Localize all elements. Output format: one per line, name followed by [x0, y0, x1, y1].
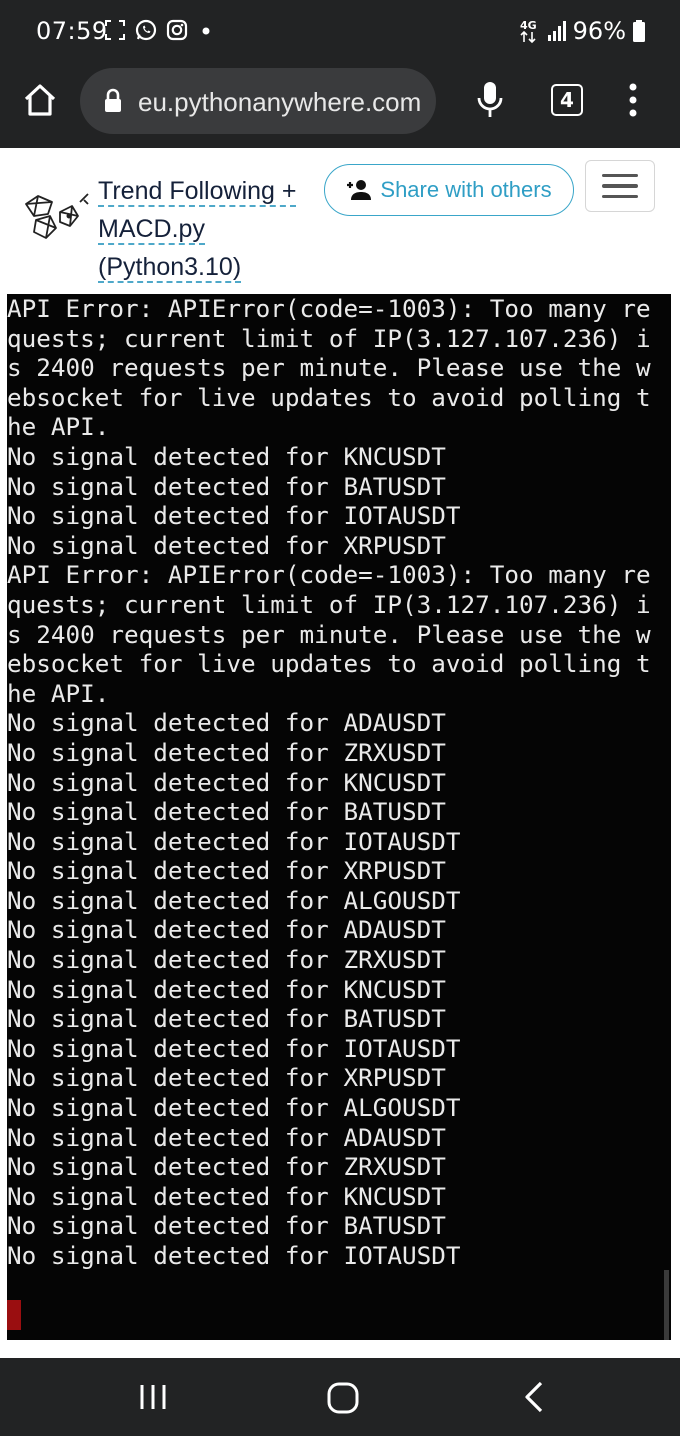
lock-icon — [105, 88, 121, 112]
instagram-icon — [166, 19, 188, 41]
more-vert-icon[interactable] — [624, 82, 642, 118]
title-line-3: (Python3.10) — [98, 253, 242, 283]
terminal-line: No signal detected for ALGOUSDT — [7, 885, 461, 915]
system-nav-bar — [0, 1358, 680, 1436]
terminal-line: API Error: APIError(code=-1003): Too man… — [7, 294, 651, 323]
terminal-line: No signal detected for ZRXUSDT — [7, 945, 446, 975]
status-notification-icons — [104, 18, 216, 42]
page-bottom-margin — [0, 1340, 680, 1360]
console-title-link[interactable]: Trend Following + MACD.py (Python3.10) — [98, 172, 318, 286]
status-time: 07:59 — [36, 17, 108, 45]
terminal-line: No signal detected for BATUSDT — [7, 1211, 446, 1241]
url-text: eu.pythonanywhere.com — [138, 87, 422, 117]
terminal-output: API Error: APIError(code=-1003): Too man… — [7, 294, 671, 1271]
page-header: Trend Following + MACD.py (Python3.10) S… — [0, 148, 680, 294]
terminal-line: No signal detected for BATUSDT — [7, 471, 446, 501]
menu-bar-1 — [602, 173, 638, 178]
browser-toolbar: eu.pythonanywhere.com 4 — [0, 60, 680, 148]
terminal-line: No signal detected for ADAUSDT — [7, 915, 446, 945]
terminal-line: No signal detected for KNCUSDT — [7, 441, 446, 471]
terminal-line: No signal detected for ADAUSDT — [7, 1122, 446, 1152]
share-button[interactable]: Share with others — [324, 164, 574, 216]
title-line-1: Trend Following + — [98, 177, 297, 207]
status-bar: 07:59 4G 96% — [0, 0, 680, 60]
terminal-line: No signal detected for XRPUSDT — [7, 856, 446, 886]
terminal-line: No signal detected for IOTAUSDT — [7, 501, 461, 531]
terminal-line: No signal detected for ADAUSDT — [7, 708, 446, 738]
terminal-line: No signal detected for ZRXUSDT — [7, 1152, 446, 1182]
menu-bar-2 — [602, 184, 638, 188]
terminal-line: s 2400 requests per minute. Please use t… — [7, 353, 651, 383]
screenshot-icon — [105, 20, 125, 40]
terminal-line: No signal detected for BATUSDT — [7, 1004, 446, 1034]
terminal-line: quests; current limit of IP(3.127.107.23… — [7, 323, 651, 353]
hamburger-menu-button[interactable] — [585, 160, 655, 212]
home-icon[interactable] — [22, 82, 58, 118]
terminal-line: API Error: APIError(code=-1003): Too man… — [7, 560, 651, 590]
address-bar[interactable]: eu.pythonanywhere.com — [80, 68, 436, 134]
battery-icon — [633, 20, 645, 42]
terminal-line: ebsocket for live updates to avoid polli… — [7, 382, 651, 412]
whatsapp-icon — [135, 19, 157, 41]
signal-icon — [547, 21, 566, 41]
terminal-line: No signal detected for ZRXUSDT — [7, 737, 446, 767]
pythonanywhere-logo-icon[interactable] — [20, 190, 94, 248]
terminal-line: No signal detected for KNCUSDT — [7, 974, 446, 1004]
terminal-line: ebsocket for live updates to avoid polli… — [7, 649, 651, 679]
notification-dot-icon — [202, 27, 210, 35]
terminal-line: No signal detected for ALGOUSDT — [7, 1093, 461, 1123]
terminal-line: No signal detected for XRPUSDT — [7, 1063, 446, 1093]
terminal-line: he API. — [7, 412, 110, 442]
title-line-2: MACD.py — [98, 215, 205, 245]
add-user-icon — [347, 180, 372, 200]
mic-icon[interactable] — [476, 80, 504, 120]
home-nav-icon[interactable] — [325, 1380, 361, 1416]
terminal-line: No signal detected for IOTAUSDT — [7, 1033, 461, 1063]
terminal-line: No signal detected for KNCUSDT — [7, 767, 446, 797]
share-button-label: Share with others — [380, 177, 552, 202]
back-icon[interactable] — [520, 1380, 550, 1414]
battery-percent: 96% — [572, 17, 626, 45]
terminal-line: quests; current limit of IP(3.127.107.23… — [7, 589, 651, 619]
terminal-line: No signal detected for IOTAUSDT — [7, 826, 461, 856]
network-type-icon: 4G — [520, 19, 537, 44]
status-right-group: 4G 96% — [519, 17, 646, 45]
terminal-line: No signal detected for BATUSDT — [7, 797, 446, 827]
terminal-line: he API. — [7, 678, 110, 708]
terminal-scrollbar[interactable] — [664, 1270, 669, 1340]
network-type-label: 4G — [520, 19, 537, 32]
terminal-line: No signal detected for KNCUSDT — [7, 1181, 446, 1211]
recents-icon[interactable] — [138, 1382, 168, 1412]
terminal-cursor — [7, 1300, 21, 1330]
terminal-line: No signal detected for XRPUSDT — [7, 530, 446, 560]
terminal-line: No signal detected for IOTAUSDT — [7, 1241, 461, 1270]
menu-bar-3 — [602, 194, 638, 199]
console-terminal[interactable]: API Error: APIError(code=-1003): Too man… — [7, 294, 671, 1340]
terminal-line: s 2400 requests per minute. Please use t… — [7, 619, 651, 649]
tabs-button[interactable]: 4 — [551, 84, 583, 116]
